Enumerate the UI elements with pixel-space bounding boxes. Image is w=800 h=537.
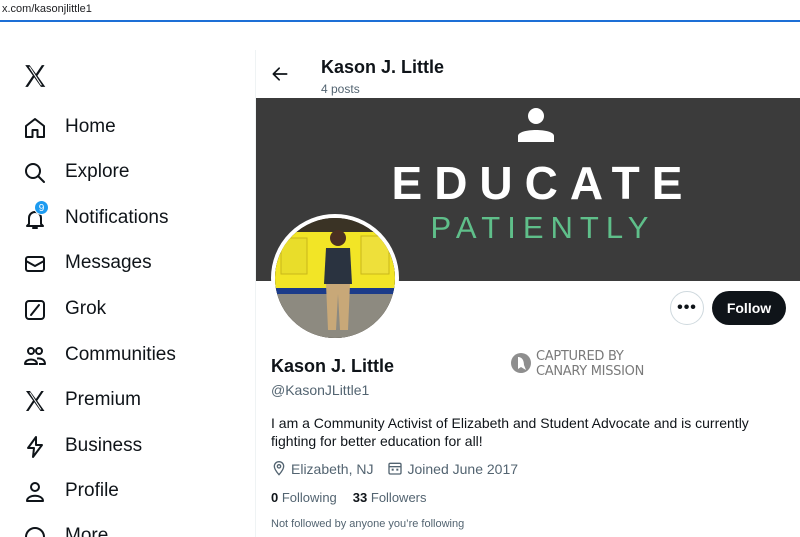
person-icon xyxy=(22,479,48,505)
sidebar-item-label: Profile xyxy=(65,480,119,501)
notification-badge: 9 xyxy=(34,200,49,215)
location-text: Elizabeth, NJ xyxy=(291,461,374,477)
profile-column: Kason J. Little 4 posts EDUCATE PATIENTL… xyxy=(256,50,800,537)
sidebar-item-explore[interactable]: Explore xyxy=(22,158,129,188)
url-text: x.com/kasonjlittle1 xyxy=(2,3,92,15)
profile-header-bar: Kason J. Little 4 posts xyxy=(256,50,800,98)
sidebar-item-notifications[interactable]: 9 Notifications xyxy=(22,200,169,234)
banner-headline: EDUCATE xyxy=(391,157,695,209)
canary-bird-icon xyxy=(510,351,532,375)
joined-date: Joined June 2017 xyxy=(407,461,519,477)
more-circle-icon xyxy=(22,524,48,537)
address-bar[interactable]: x.com/kasonjlittle1 xyxy=(0,0,800,22)
sidebar-item-grok[interactable]: Grok xyxy=(22,295,106,325)
following-label: Following xyxy=(281,490,337,505)
profile-bio: I am a Community Activist of Elizabeth a… xyxy=(271,415,749,449)
sidebar-item-label: Notifications xyxy=(65,207,169,228)
sidebar-item-label: Messages xyxy=(65,252,152,273)
sidebar-item-label: Communities xyxy=(65,344,176,365)
avatar[interactable] xyxy=(271,214,399,342)
watermark-line2: CANARY MISSION xyxy=(536,364,645,379)
lightning-icon xyxy=(22,434,48,460)
followers-link[interactable]: 33 Followers xyxy=(353,490,427,505)
sidebar: Home Explore 9 Notifications Messages Gr… xyxy=(0,50,256,537)
following-link[interactable]: 0 Following xyxy=(271,490,337,505)
sidebar-item-communities[interactable]: Communities xyxy=(22,341,176,371)
follow-button[interactable]: Follow xyxy=(712,291,786,325)
profile-meta: Elizabeth, NJ Joined June 2017 xyxy=(271,460,518,478)
not-followed-notice: Not followed by anyone you’re following xyxy=(271,518,465,530)
grok-icon xyxy=(22,297,48,323)
sidebar-item-label: Business xyxy=(65,435,143,456)
following-count: 0 xyxy=(271,490,279,505)
profile-handle: @KasonJLittle1 xyxy=(271,382,370,398)
location-pin-icon xyxy=(271,460,291,479)
profile-name: Kason J. Little xyxy=(271,356,395,376)
person-silhouette-icon xyxy=(514,106,558,142)
more-options-button[interactable]: ••• xyxy=(670,291,704,325)
sidebar-item-messages[interactable]: Messages xyxy=(22,249,152,279)
sidebar-item-profile[interactable]: Profile xyxy=(22,477,119,507)
sidebar-item-label: More xyxy=(65,525,109,537)
envelope-icon xyxy=(22,251,48,277)
sidebar-item-business[interactable]: Business xyxy=(22,432,142,462)
x-logo-icon xyxy=(22,388,48,414)
bell-icon: 9 xyxy=(22,200,49,232)
follow-stats: 0 Following 33 Followers xyxy=(271,490,427,505)
sidebar-item-label: Explore xyxy=(65,161,130,182)
search-icon xyxy=(22,160,48,186)
sidebar-item-more[interactable]: More xyxy=(22,522,108,537)
sidebar-item-home[interactable]: Home xyxy=(22,113,116,143)
sidebar-item-premium[interactable]: Premium xyxy=(22,386,141,416)
home-icon xyxy=(22,115,48,141)
x-logo-icon[interactable] xyxy=(22,63,48,89)
followers-count: 33 xyxy=(352,490,368,505)
watermark-stamp: CAPTURED BY CANARY MISSION xyxy=(510,349,660,381)
sidebar-item-label: Home xyxy=(65,116,116,137)
post-count: 4 posts xyxy=(321,82,360,96)
sidebar-item-label: Grok xyxy=(65,298,107,319)
watermark-line1: CAPTURED BY xyxy=(536,349,624,364)
people-icon xyxy=(22,343,48,369)
back-arrow-icon[interactable] xyxy=(270,64,290,84)
followers-label: Followers xyxy=(370,490,427,505)
header-name: Kason J. Little xyxy=(321,57,445,77)
calendar-icon xyxy=(387,460,407,479)
sidebar-item-label: Premium xyxy=(65,389,142,410)
